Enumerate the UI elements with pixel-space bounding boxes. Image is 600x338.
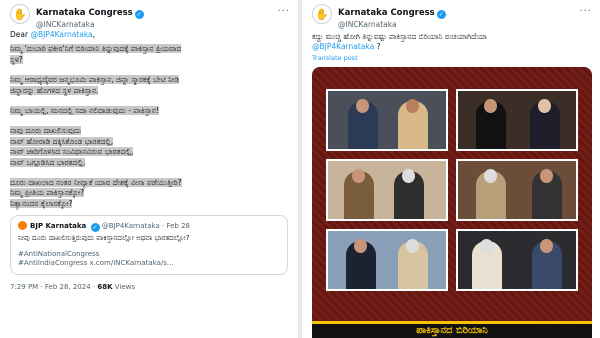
tweet-line: ದೂರು ದಾಖಲಾದ ನಂತರ ನೀವ್ಯಾಕೆ ಯಾವ ದೇಶಕ್ಕೆ ವೀ… [10,178,182,188]
tweet-line: ನಿಮ್ಮ ಆರಾಧ್ಯದೈವರ ಜನ್ಮಭೂಮಿ ಪಾಕಿಸ್ತಾನ, ಜಿನ… [10,75,180,85]
quoted-date: · Feb 28 [162,222,190,231]
tweet-body: Dear @BJP4Karnataka, ನಿಮ್ಮ 'ದುಬಾರಿ ಫಕೀರ'… [0,30,298,209]
right-tweet: ✋ Karnataka Congress ✓ @INCKarnataka ··· … [302,0,600,338]
mention-link[interactable]: @BJP4Karnataka [30,30,92,39]
congress-logo-avatar[interactable]: ✋ [312,4,332,24]
media-banner-text: ಪಾಕಿಸ್ತಾನದ ಬಿರಿಯಾನಿ [312,321,592,338]
tweet-line: ಜಿನ್ನಾರನ್ನು ಹೊಗಳಿದ ಸ್ಥಳ ಪಾಕಿಸ್ತಾನ. [10,85,99,95]
tweet-line: ನಾವ್ ಹೋರಾಡಿ ದಕ್ಕಿಸಿಕೊಂಡ ಭಾರತದಲ್ಲಿ, [10,136,114,146]
mention-link[interactable]: @BJP4Karnataka [312,42,374,51]
tweet-line: ಸ್ಥಳ? [10,54,23,64]
tweet-line: ನಿಮ್ಮ 'ದುಬಾರಿ ಫಕೀರ'ನಿಗೆ ಬಿರಿಯಾನಿ ತಿನ್ನುವ… [10,44,182,54]
author-name[interactable]: Karnataka Congress [338,8,435,18]
verified-badge-icon: ✓ [90,223,100,233]
views-label: Views [112,282,136,291]
more-options-icon[interactable]: ··· [277,6,290,17]
tweet-footer: 7:29 PM · Feb 28, 2024 · 68K Views [0,275,298,299]
tweet-line: ನಿಮ್ಮ ಬಾಯಲ್ಲಿ, ಮನದಲ್ಲಿ ಸದಾ ನಲಿದಾಡುವುದು -… [10,106,159,116]
mention-suffix: ? [374,42,381,52]
more-options-icon[interactable]: ··· [579,6,592,17]
tweet-line: ನಾವ್ ಜಾರಿಗೊಳಿಸಿದ ಸಂವಿಧಾನವಿರುವ ಭಾರತದಲ್ಲಿ, [10,147,134,157]
photo-6 [456,229,578,291]
verified-badge-icon: ✓ [134,10,144,19]
view-count: 68K [97,282,113,291]
author-name[interactable]: Karnataka Congress [36,8,133,18]
greeting-prefix: Dear [10,30,31,39]
quoted-text: ನೀವು ದೂರು ದಾಖಲಿಸುತ್ತಿರುವುದು ಪಾಕಿಸ್ತಾನದಲ್… [18,234,190,243]
author-handle[interactable]: @INCKarnataka [338,19,579,30]
tweet-line: ನಿಮ್ಮ ಪ್ರೀತಿಯ ಪಾಕಿಸ್ತಾನಕ್ಕೋ? [10,188,85,198]
tweet-line: ನಾವು ದೂರು ದಾಖಲಿಸುವುದು [10,126,82,136]
hashtag-link[interactable]: #AntiIndiaCongress x.com/INCKarnataka/s.… [18,259,280,269]
quoted-author-name: BJP Karnataka [30,222,87,231]
photo-4 [456,159,578,221]
tweet-header: ✋ Karnataka Congress ✓ @INCKarnataka ··· [302,0,600,30]
quoted-author-handle: @BJP4Karnataka [101,222,160,231]
translate-post-link[interactable]: Translate post [302,54,600,62]
tweet-header: ✋ Karnataka Congress ✓ @INCKarnataka ··· [0,0,298,30]
greeting-suffix: , [92,30,96,39]
photo-1 [326,89,448,151]
bjp-avatar [18,221,27,231]
author-handle[interactable]: @INCKarnataka [36,19,277,30]
tweet-body: ಕದ್ದು ಮುಚ್ಚಿ ಹೋಗಿ ತಿನ್ನುವಷ್ಟು ಪಾಕಿಸ್ತಾನದ… [302,32,600,53]
tweet-line: ನಿತ್ಯಾನಂದನ ಕೈಲಾಸಕ್ಕೋ? [10,198,73,208]
left-tweet: ✋ Karnataka Congress ✓ @INCKarnataka ··· … [0,0,298,338]
photo-3 [326,159,448,221]
tweet-media-image[interactable]: ಪಾಕಿಸ್ತಾನದ ಬಿರಿಯಾನಿ [312,67,592,338]
photo-5 [326,229,448,291]
congress-logo-avatar[interactable]: ✋ [10,4,30,24]
photo-2 [456,89,578,151]
tweet-line: ಕದ್ದು ಮುಚ್ಚಿ ಹೋಗಿ ತಿನ್ನುವಷ್ಟು ಪಾಕಿಸ್ತಾನದ… [312,32,487,41]
verified-badge-icon: ✓ [436,10,446,19]
tweet-line: ನಾವ್ ಒಗ್ಗೂಡಿಸಿದ ಭಾರತದಲ್ಲಿ. [10,157,86,167]
post-timestamp[interactable]: 7:29 PM · Feb 28, 2024 · [10,283,97,291]
hashtag-link[interactable]: #AntiNationalCongress [18,250,280,260]
quoted-tweet[interactable]: BJP Karnataka ✓ @BJP4Karnataka · Feb 28 … [10,215,288,275]
